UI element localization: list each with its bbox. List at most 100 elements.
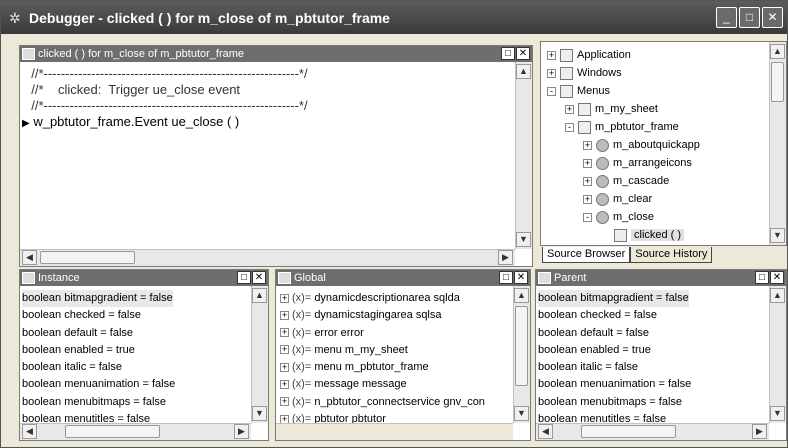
collapse-icon[interactable]: - (565, 122, 574, 132)
expand-icon[interactable]: + (280, 362, 289, 372)
tree-node[interactable]: + m_clear (583, 190, 652, 208)
close-pane-button[interactable]: ✕ (770, 271, 784, 284)
tree-node[interactable]: + m_cascade (583, 172, 669, 190)
scroll-left-arrow-icon[interactable]: ◀ (538, 424, 553, 439)
global-horizontal-scrollbar[interactable] (276, 423, 513, 440)
close-pane-button[interactable]: ✕ (514, 271, 528, 284)
maximize-pane-button[interactable]: □ (501, 47, 515, 60)
script-horizontal-scrollbar[interactable]: ◀ ▶ (20, 249, 515, 266)
scroll-right-arrow-icon[interactable]: ▶ (234, 424, 249, 439)
expand-icon[interactable]: + (280, 310, 289, 320)
list-item[interactable]: + (x)= dynamicdescriptionarea sqlda (278, 290, 485, 307)
parent-list[interactable]: boolean bitmapgradient = false boolean ch… (538, 290, 691, 428)
list-item[interactable]: boolean enabled = true (22, 342, 175, 359)
list-item[interactable]: + (x)= menu m_pbtutor_frame (278, 359, 485, 376)
scroll-up-arrow-icon[interactable]: ▲ (770, 288, 785, 303)
scroll-thumb[interactable] (771, 62, 784, 102)
scroll-thumb[interactable] (65, 425, 160, 438)
maximize-pane-button[interactable]: □ (499, 271, 513, 284)
list-item[interactable]: boolean menuanimation = false (538, 376, 691, 393)
scroll-down-arrow-icon[interactable]: ▼ (514, 406, 529, 421)
menu-icon (578, 120, 591, 134)
close-pane-button[interactable]: ✕ (516, 47, 530, 60)
tree-node[interactable]: + Windows (547, 64, 622, 82)
expand-icon[interactable]: + (280, 345, 289, 355)
scroll-thumb[interactable] (581, 425, 676, 438)
list-item[interactable]: boolean menubitmaps = false (538, 394, 691, 411)
tree-node[interactable]: + m_arrangeicons (583, 154, 692, 172)
list-item[interactable]: boolean italic = false (22, 359, 175, 376)
scroll-down-arrow-icon[interactable]: ▼ (770, 228, 785, 243)
expand-icon[interactable]: + (280, 293, 289, 303)
script-vertical-scrollbar[interactable]: ▲ ▼ (515, 62, 532, 249)
maximize-button[interactable]: □ (739, 7, 760, 28)
scroll-down-arrow-icon[interactable]: ▼ (770, 406, 785, 421)
list-item[interactable]: boolean menuanimation = false (22, 376, 175, 393)
scroll-up-arrow-icon[interactable]: ▲ (252, 288, 267, 303)
scroll-thumb[interactable] (515, 306, 528, 386)
instance-list[interactable]: boolean bitmapgradient = false boolean ch… (22, 290, 175, 428)
title-bar[interactable]: ✲ Debugger - clicked ( ) for m_close of … (1, 1, 787, 34)
close-pane-button[interactable]: ✕ (252, 271, 266, 284)
list-item[interactable]: + (x)= error error (278, 325, 485, 342)
list-item[interactable]: + (x)= dynamicstagingarea sqlsa (278, 307, 485, 324)
list-item[interactable]: boolean checked = false (22, 307, 175, 324)
expand-icon[interactable]: + (565, 104, 574, 114)
parent-horizontal-scrollbar[interactable]: ◀ ▶ (536, 423, 769, 440)
parent-vertical-scrollbar[interactable]: ▲ ▼ (769, 286, 786, 423)
list-item[interactable]: boolean menubitmaps = false (22, 394, 175, 411)
instance-vertical-scrollbar[interactable]: ▲ ▼ (251, 286, 268, 423)
scroll-left-arrow-icon[interactable]: ◀ (22, 250, 37, 265)
close-button[interactable]: ✕ (762, 7, 783, 28)
tree-node[interactable]: + m_my_sheet (565, 100, 658, 118)
tree-node[interactable]: clicked ( ) (601, 226, 685, 244)
tab-source-browser[interactable]: Source Browser (542, 247, 631, 263)
tree-vertical-scrollbar[interactable]: ▲ ▼ (769, 42, 786, 245)
tree-node[interactable]: - m_close (583, 208, 654, 226)
list-item-text: message message (314, 378, 407, 391)
list-item[interactable]: + (x)= message message (278, 376, 485, 393)
list-item[interactable]: boolean bitmapgradient = false (22, 290, 173, 308)
list-item[interactable]: + (x)= menu m_my_sheet (278, 342, 485, 359)
list-item-text: dynamicdescriptionarea sqlda (314, 292, 460, 304)
list-item[interactable]: boolean italic = false (538, 359, 691, 376)
list-item[interactable]: + (x)= n_pbtutor_connectservice gnv_con (278, 394, 485, 411)
minimize-button[interactable]: _ (716, 7, 737, 28)
expand-icon[interactable]: + (280, 397, 289, 407)
scroll-up-arrow-icon[interactable]: ▲ (516, 64, 531, 79)
list-item[interactable]: boolean default = false (22, 325, 175, 342)
expand-icon[interactable]: + (547, 50, 556, 60)
expand-icon[interactable]: + (280, 380, 289, 390)
scroll-right-arrow-icon[interactable]: ▶ (498, 250, 513, 265)
script-code[interactable]: //*-------------------------------------… (22, 66, 308, 132)
collapse-icon[interactable]: - (547, 86, 556, 96)
instance-horizontal-scrollbar[interactable]: ◀ ▶ (20, 423, 251, 440)
global-list[interactable]: + (x)= dynamicdescriptionarea sqlda + (x)= … (278, 290, 485, 428)
expand-icon[interactable]: + (583, 158, 592, 168)
scroll-up-arrow-icon[interactable]: ▲ (770, 44, 785, 59)
list-item[interactable]: boolean bitmapgradient = false (538, 290, 689, 308)
scroll-right-arrow-icon[interactable]: ▶ (752, 424, 767, 439)
tree-node[interactable]: + Application (547, 46, 631, 64)
list-item[interactable]: boolean checked = false (538, 307, 691, 324)
scroll-down-arrow-icon[interactable]: ▼ (252, 406, 267, 421)
expand-icon[interactable]: + (583, 176, 592, 186)
list-item[interactable]: boolean default = false (538, 325, 691, 342)
tab-source-history[interactable]: Source History (630, 247, 713, 263)
maximize-pane-button[interactable]: □ (755, 271, 769, 284)
tree-node[interactable]: + m_aboutquickapp (583, 136, 700, 154)
scroll-down-arrow-icon[interactable]: ▼ (516, 232, 531, 247)
scroll-left-arrow-icon[interactable]: ◀ (22, 424, 37, 439)
expand-icon[interactable]: + (547, 68, 556, 78)
expand-icon[interactable]: + (583, 194, 592, 204)
scroll-up-arrow-icon[interactable]: ▲ (514, 288, 529, 303)
scroll-thumb[interactable] (40, 251, 135, 264)
global-vertical-scrollbar[interactable]: ▲ ▼ (513, 286, 530, 423)
expand-icon[interactable]: + (280, 328, 289, 338)
maximize-pane-button[interactable]: □ (237, 271, 251, 284)
tree-node[interactable]: - Menus (547, 82, 610, 100)
expand-icon[interactable]: + (583, 140, 592, 150)
list-item[interactable]: boolean enabled = true (538, 342, 691, 359)
collapse-icon[interactable]: - (583, 212, 592, 222)
tree-node[interactable]: - m_pbtutor_frame (565, 118, 679, 136)
